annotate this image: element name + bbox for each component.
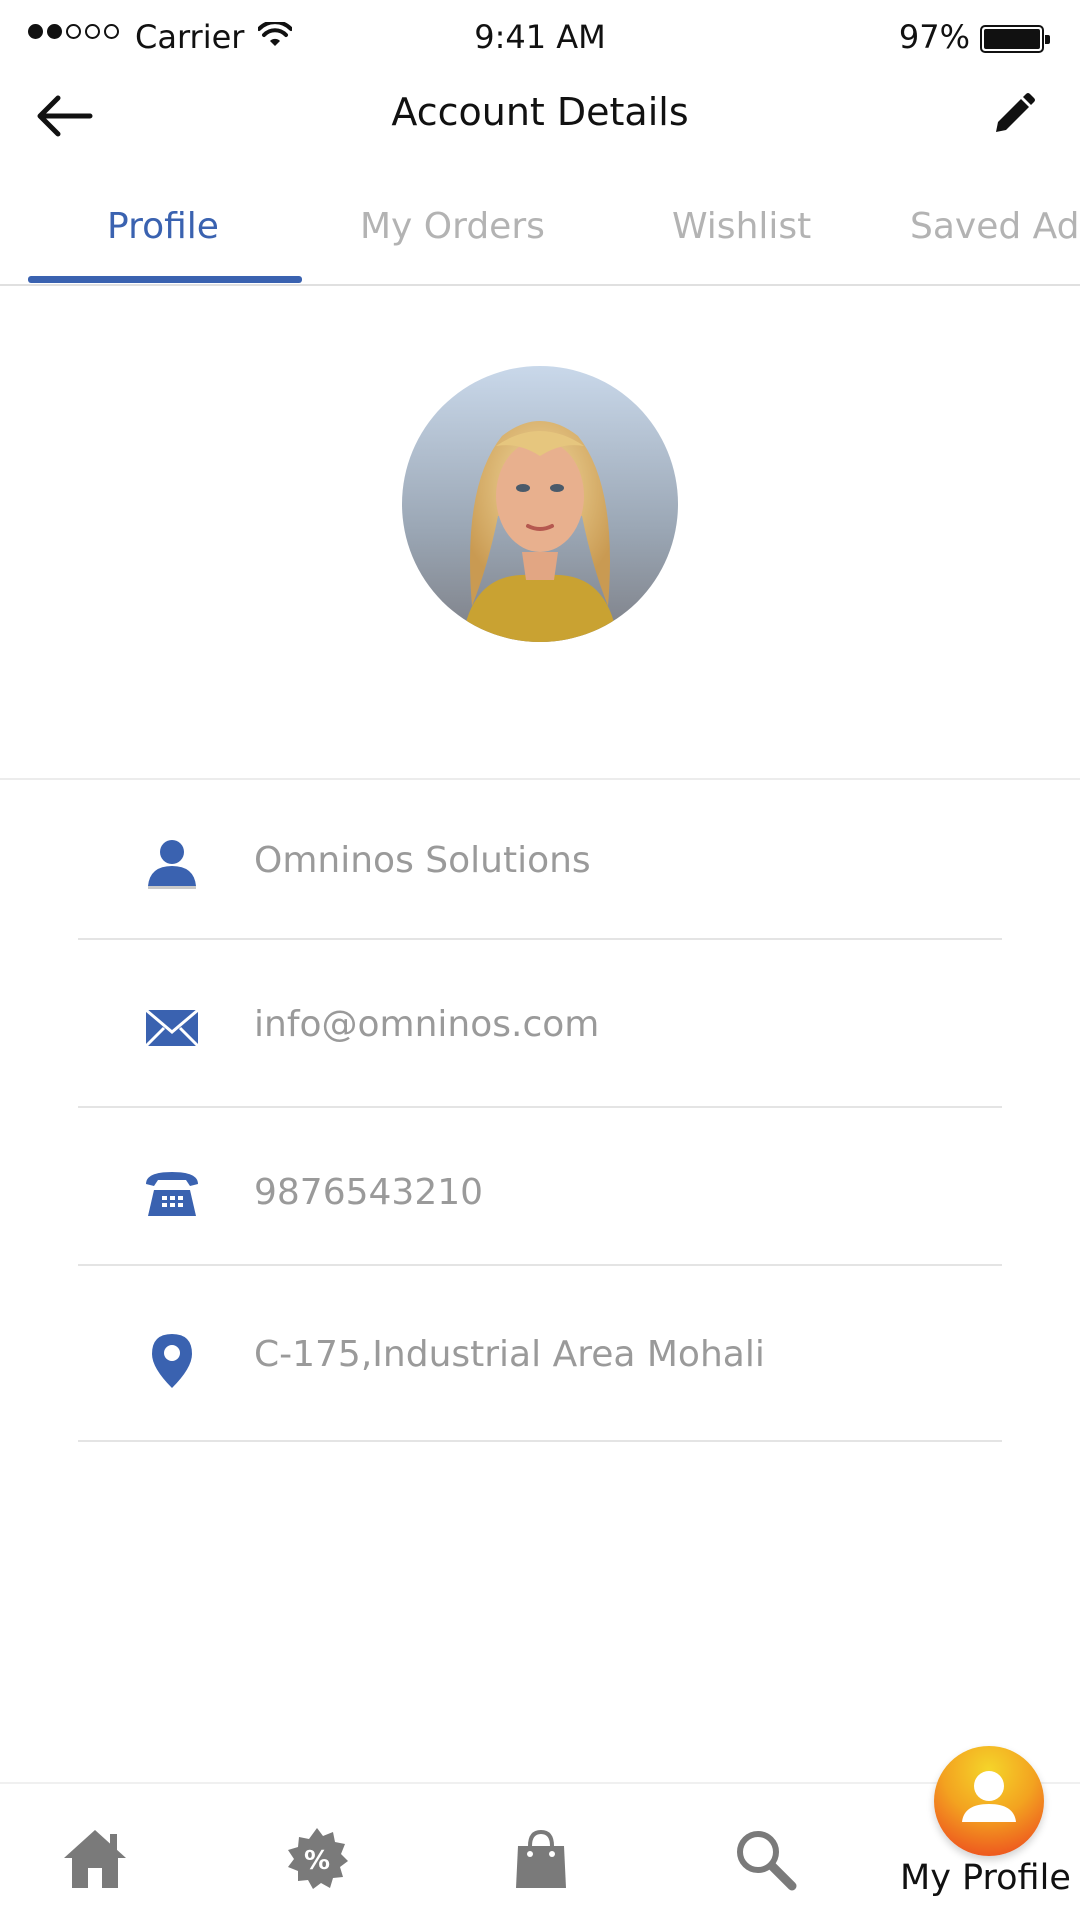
battery-icon xyxy=(980,25,1050,53)
status-bar: Carrier 9:41 AM 97% xyxy=(0,0,1080,76)
profile-name: Omninos Solutions xyxy=(254,840,591,881)
tab-wishlist[interactable]: Wishlist xyxy=(672,206,811,247)
page-title: Account Details xyxy=(391,90,689,134)
edit-pencil-icon[interactable] xyxy=(988,90,1038,140)
avatar-photo xyxy=(402,366,678,642)
shopping-bag-icon[interactable] xyxy=(506,1824,576,1894)
user-icon xyxy=(148,840,196,889)
info-row-name: Omninos Solutions xyxy=(78,780,1002,940)
info-row-address: C-175,Industrial Area Mohali xyxy=(78,1272,1002,1442)
tab-saved-ad[interactable]: Saved Ad xyxy=(910,206,1080,247)
my-profile-label[interactable]: My Profile xyxy=(900,1858,1071,1898)
info-row-email: info@omninos.com xyxy=(78,948,1002,1108)
svg-text:%: % xyxy=(304,1846,330,1876)
email-envelope-icon xyxy=(144,1008,200,1048)
tab-profile[interactable]: Profile xyxy=(107,206,219,247)
my-profile-nav-button[interactable] xyxy=(934,1746,1044,1856)
bottom-navigation: % xyxy=(0,1782,1080,1920)
active-tab-indicator xyxy=(28,276,302,283)
info-row-phone: 9876543210 xyxy=(78,1106,1002,1266)
profile-phone: 9876543210 xyxy=(254,1172,484,1213)
user-icon xyxy=(962,1771,1016,1822)
tab-bar: Profile My Orders Wishlist Saved Ad xyxy=(0,186,1080,286)
profile-address: C-175,Industrial Area Mohali xyxy=(254,1334,765,1375)
battery-percent: 97% xyxy=(898,18,970,56)
location-pin-icon xyxy=(152,1334,192,1388)
tab-my-orders[interactable]: My Orders xyxy=(360,206,545,247)
offers-percent-icon[interactable]: % xyxy=(282,1824,352,1894)
profile-avatar[interactable] xyxy=(402,366,678,642)
search-icon[interactable] xyxy=(730,1824,800,1894)
home-icon[interactable] xyxy=(60,1824,130,1894)
profile-email: info@omninos.com xyxy=(254,1004,600,1045)
telephone-icon xyxy=(146,1172,198,1216)
app-header: Account Details xyxy=(0,76,1080,156)
